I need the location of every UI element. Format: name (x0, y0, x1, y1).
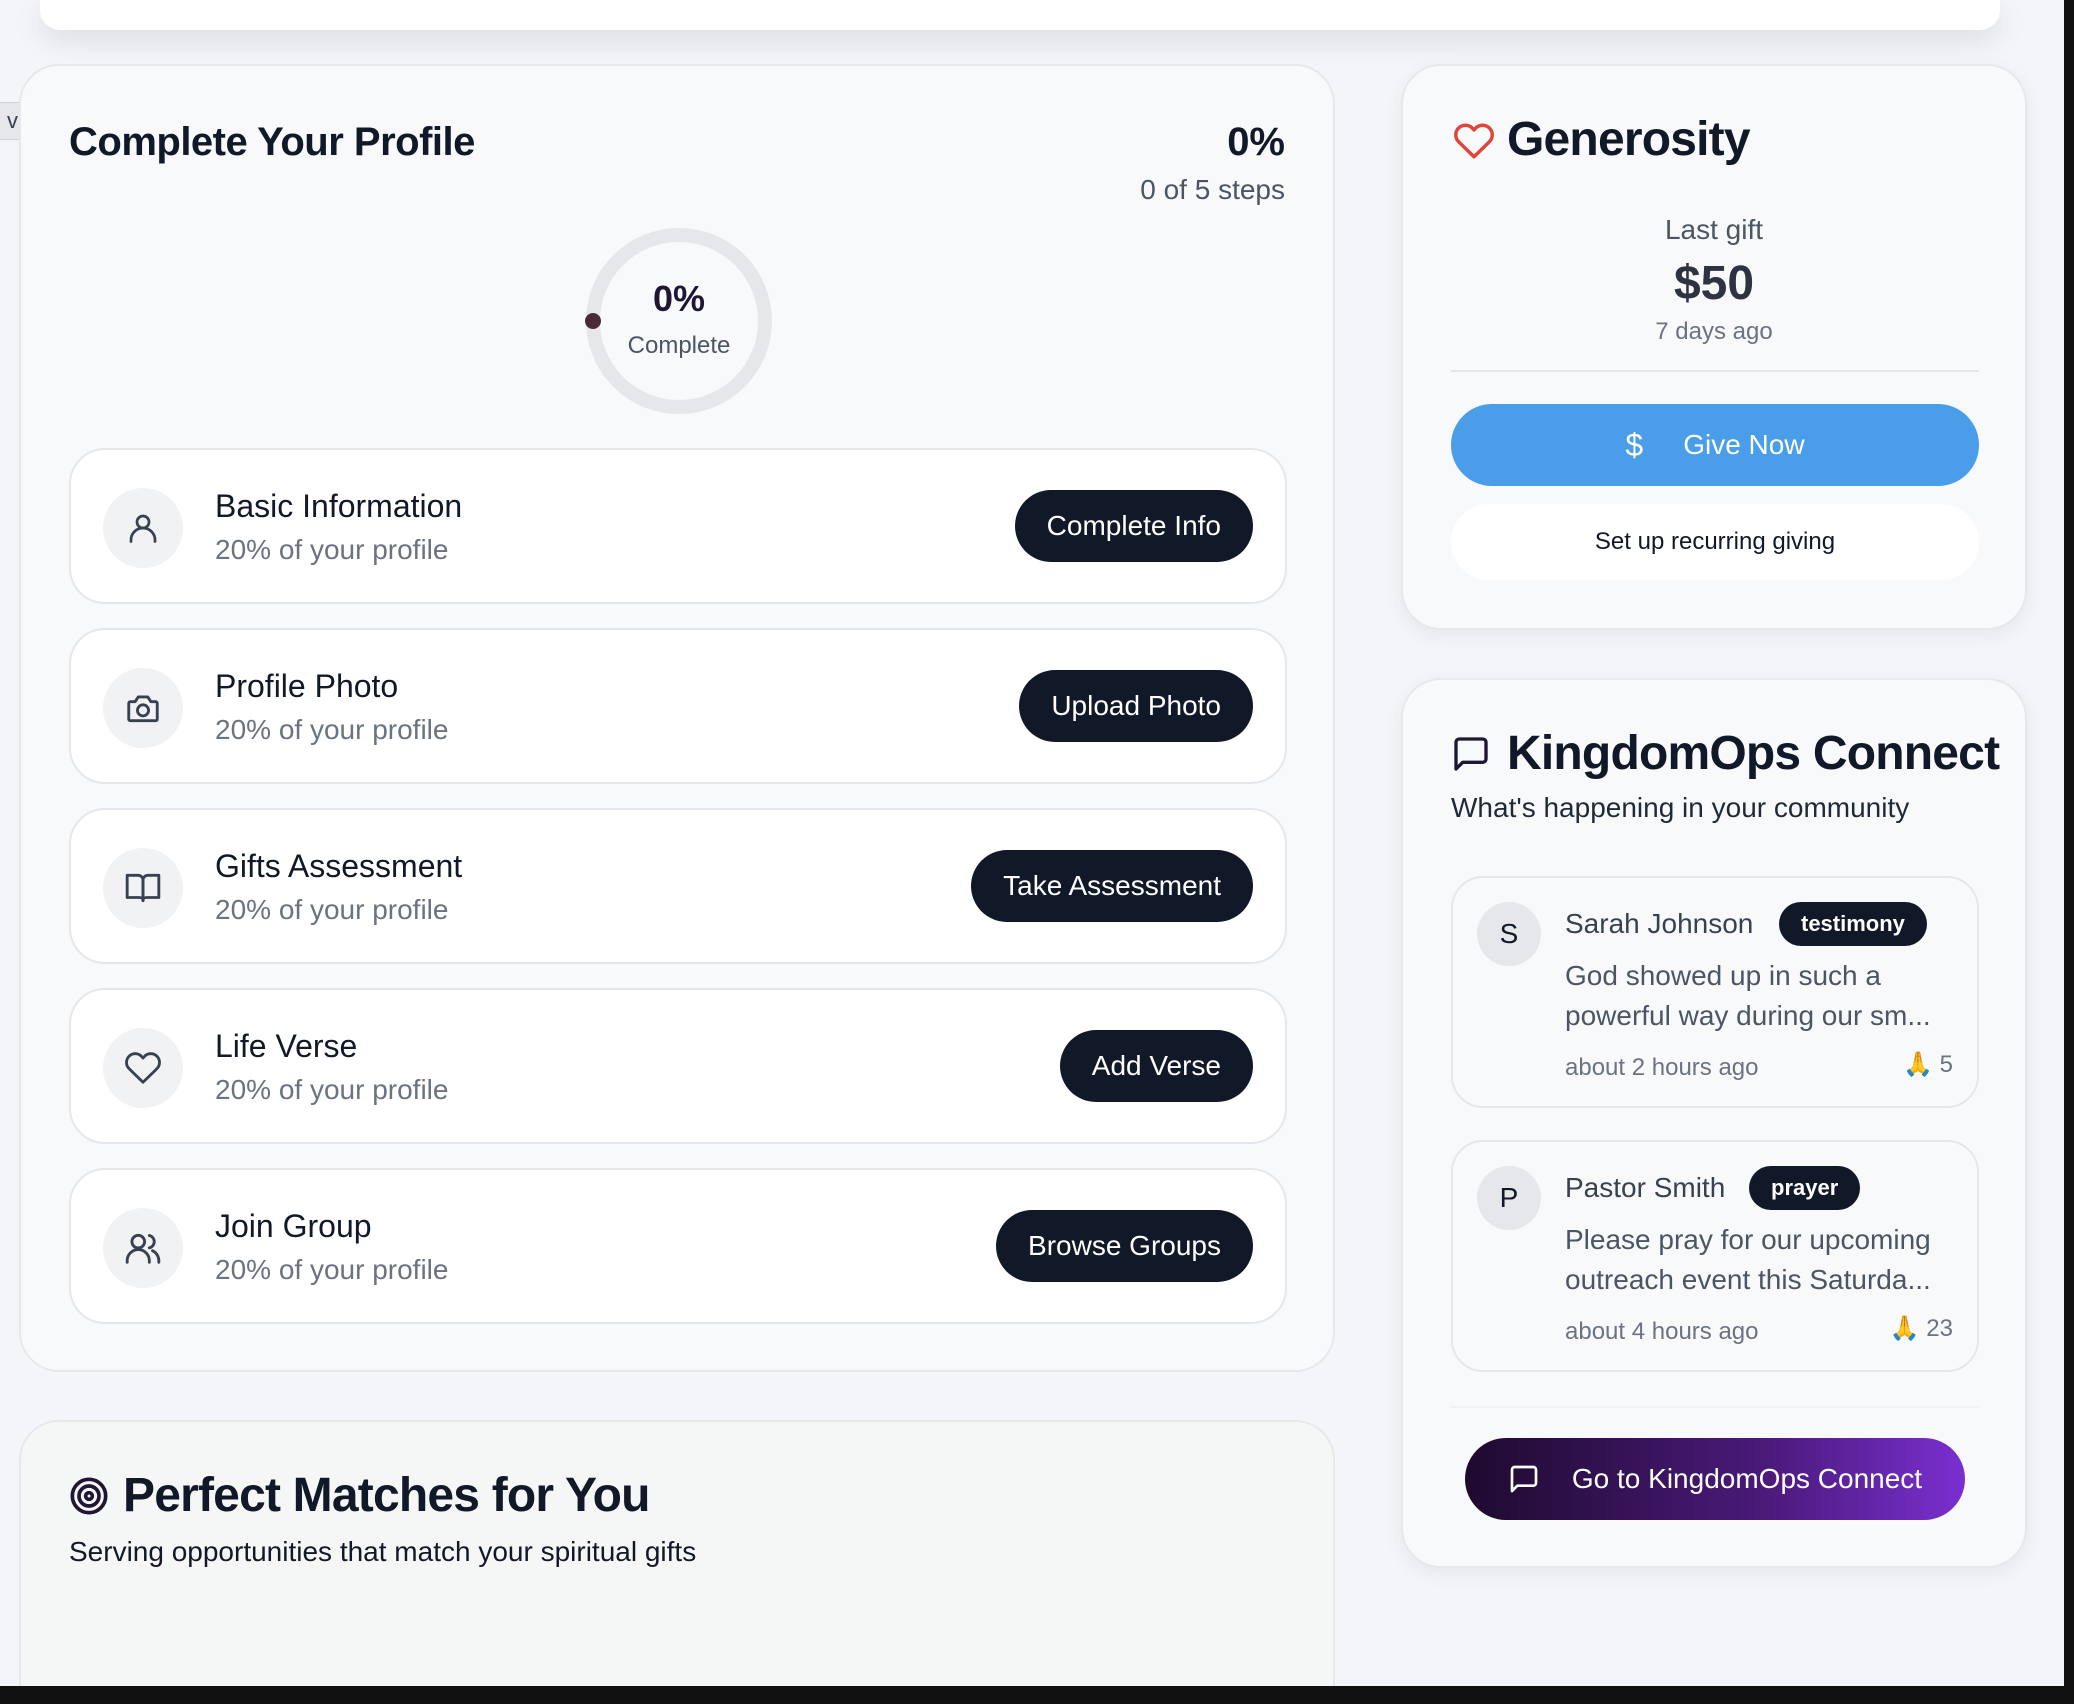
praying-hands-icon: 🙏 (1889, 1315, 1920, 1342)
window-bottom-edge (0, 1686, 2074, 1704)
post-author: Sarah Johnson (1565, 908, 1754, 939)
last-gift-time: 7 days ago (1655, 318, 1773, 345)
prayer-reaction-button[interactable]: 🙏 23 (1890, 1314, 1953, 1343)
step-title: Join Group (215, 1208, 372, 1244)
add-verse-button[interactable]: Add Verse (1059, 1030, 1253, 1102)
book-icon (103, 848, 183, 928)
give-now-button[interactable]: $ Give Now (1451, 404, 1979, 486)
step-title: Profile Photo (215, 668, 399, 704)
post-author: Pastor Smith (1565, 1172, 1726, 1203)
top-header-bar (40, 0, 2000, 30)
step-subtitle: 20% of your profile (215, 894, 449, 925)
connect-title: KingdomOps Connect (1507, 727, 2000, 780)
dollar-icon: $ (1625, 426, 1644, 463)
step-title: Gifts Assessment (215, 848, 463, 884)
profile-step-basic-information: Basic Information 20% of your profile Co… (69, 448, 1287, 604)
connect-subtitle: What's happening in your community (1451, 792, 1910, 823)
go-to-connect-label: Go to KingdomOps Connect (1571, 1463, 1923, 1494)
divider (1451, 1406, 1979, 1408)
divider (1451, 370, 1979, 372)
feed-post[interactable]: P Pastor Smith prayer Please pray for ou… (1451, 1140, 1979, 1372)
last-gift-label: Last gift (1664, 214, 1764, 245)
recurring-giving-button[interactable]: Set up recurring giving (1451, 504, 1979, 580)
perfect-matches-card: Perfect Matches for You Serving opportun… (19, 1420, 1335, 1704)
users-icon (103, 1208, 183, 1288)
profile-percent: 0% (1227, 120, 1285, 164)
message-square-icon (1454, 737, 1488, 771)
message-square-icon (1510, 1465, 1538, 1493)
profile-step-life-verse: Life Verse 20% of your profile Add Verse (69, 988, 1287, 1144)
last-gift-amount: $50 (1673, 257, 1755, 310)
profile-completion-card: Complete Your Profile 0% 0 of 5 steps 0%… (19, 64, 1335, 1372)
generosity-title: Generosity (1507, 113, 1751, 166)
progress-ring-percent: 0% (652, 278, 706, 319)
matches-subtitle: Serving opportunities that match your sp… (69, 1536, 697, 1567)
profile-step-gifts-assessment: Gifts Assessment 20% of your profile Tak… (69, 808, 1287, 964)
step-subtitle: 20% of your profile (215, 534, 449, 565)
reaction-count: 5 (1939, 1051, 1953, 1078)
feed-post[interactable]: S Sarah Johnson testimony God showed up … (1451, 876, 1979, 1108)
progress-ring (585, 228, 772, 414)
step-subtitle: 20% of your profile (215, 1254, 449, 1285)
take-assessment-button[interactable]: Take Assessment (971, 850, 1253, 922)
step-title: Life Verse (215, 1028, 358, 1064)
upload-photo-button[interactable]: Upload Photo (1019, 670, 1253, 742)
browse-groups-button[interactable]: Browse Groups (996, 1210, 1253, 1282)
heart-icon (1454, 123, 1494, 159)
prayer-reaction-button[interactable]: 🙏 5 (1903, 1050, 1953, 1079)
praying-hands-icon: 🙏 (1903, 1051, 1933, 1078)
post-time: about 4 hours ago (1565, 1318, 1759, 1345)
go-to-connect-button[interactable]: Go to KingdomOps Connect (1465, 1438, 1965, 1520)
step-title: Basic Information (215, 488, 463, 524)
post-tag-badge: testimony (1779, 902, 1927, 946)
profile-card-title: Complete Your Profile (69, 120, 475, 164)
user-icon (103, 488, 183, 568)
camera-icon (103, 668, 183, 748)
post-body: God showed up in such a powerful way dur… (1565, 960, 1931, 1031)
step-subtitle: 20% of your profile (215, 714, 449, 745)
target-icon (70, 1477, 108, 1515)
step-subtitle: 20% of your profile (215, 1074, 449, 1105)
generosity-card: Generosity Last gift $50 7 days ago $ Gi… (1401, 64, 2027, 630)
complete-info-button[interactable]: Complete Info (1014, 490, 1253, 562)
reaction-count: 23 (1926, 1315, 1953, 1342)
post-tag-badge: prayer (1749, 1166, 1861, 1210)
matches-title: Perfect Matches for You (123, 1469, 650, 1522)
kingdomops-connect-card: KingdomOps Connect What's happening in y… (1401, 678, 2027, 1568)
avatar: P (1477, 1166, 1541, 1230)
post-body: Please pray for our upcoming outreach ev… (1565, 1224, 1931, 1295)
progress-ring-label: Complete (627, 332, 731, 359)
profile-step-join-group: Join Group 20% of your profile Browse Gr… (69, 1168, 1287, 1324)
avatar: S (1477, 902, 1541, 966)
profile-step-profile-photo: Profile Photo 20% of your profile Upload… (69, 628, 1287, 784)
post-time: about 2 hours ago (1565, 1054, 1759, 1081)
profile-steps-count: 0 of 5 steps (1140, 174, 1285, 205)
window-right-edge (2064, 0, 2074, 1704)
give-now-label: Give Now (1683, 429, 1805, 460)
heart-icon (103, 1028, 183, 1108)
